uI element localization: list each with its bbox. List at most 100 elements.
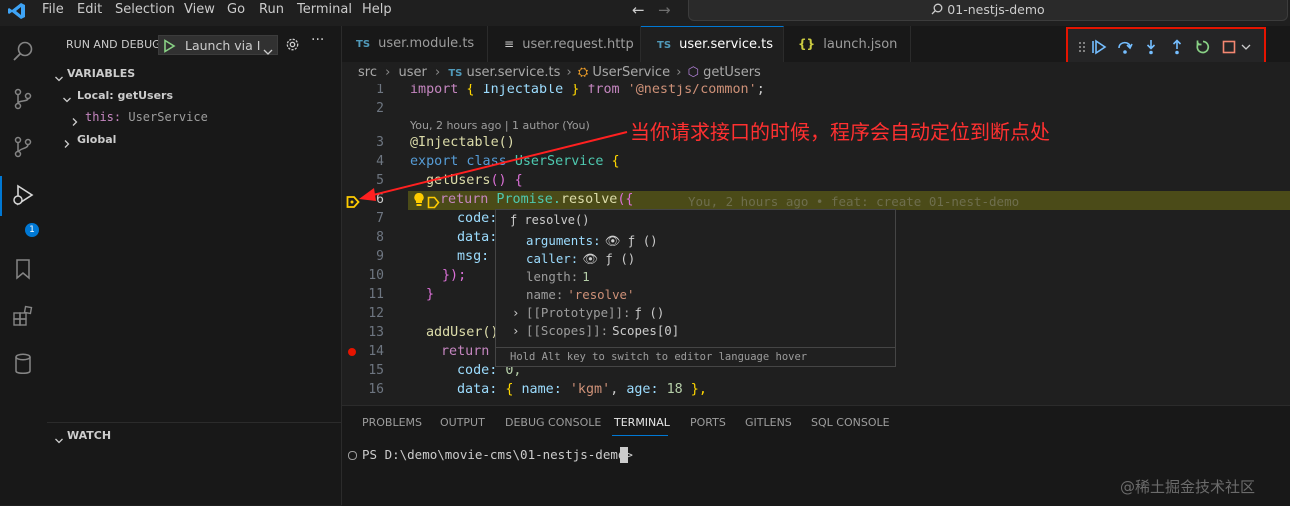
variables-header[interactable]: VARIABLES — [67, 67, 135, 80]
debug-hover-widget[interactable]: ƒ resolve() arguments: 👁 ƒ () caller: 👁 ƒ … — [495, 209, 896, 367]
watermark: @稀土掘金技术社区 — [1120, 478, 1256, 496]
play-icon[interactable] — [163, 38, 176, 57]
tab-user-module[interactable]: TS user.module.ts — [342, 26, 488, 62]
global-scope[interactable]: Global — [77, 133, 116, 146]
line-number: 16 — [368, 382, 384, 397]
tab-label: user.module.ts — [378, 36, 475, 51]
debug-toolbar — [1066, 27, 1266, 67]
tab-ports[interactable]: PORTS — [690, 416, 726, 429]
hover-row[interactable]: › [[Scopes]]: Scopes[0] — [512, 322, 679, 340]
chevron-right-icon: › — [676, 65, 682, 80]
local-chevron-icon[interactable] — [62, 90, 72, 109]
variable-this[interactable]: this: UserService — [85, 110, 208, 124]
breadcrumb-item[interactable]: user.service.ts — [466, 65, 560, 80]
code-line-14: return — [441, 344, 490, 359]
line-number: 2 — [376, 101, 384, 116]
line-number: 8 — [376, 230, 384, 245]
hover-row[interactable]: › [[Prototype]]: ƒ () — [512, 304, 679, 322]
breadcrumb-item[interactable]: UserService — [592, 65, 670, 80]
launch-config-dropdown[interactable]: Launch via I — [158, 35, 278, 55]
local-scope[interactable]: Local: getUsers — [77, 89, 173, 102]
step-into-icon[interactable] — [1141, 37, 1161, 57]
line-number: 12 — [368, 306, 384, 321]
menu-go[interactable]: Go — [227, 0, 245, 22]
menu-selection[interactable]: Selection — [115, 0, 175, 22]
line-number: 11 — [368, 287, 384, 302]
run-debug-icon[interactable] — [6, 179, 40, 213]
source-control-icon[interactable] — [6, 82, 40, 116]
breadcrumb-item[interactable]: user — [398, 65, 426, 80]
line-number: 9 — [376, 249, 384, 264]
hover-row[interactable]: length: 1 — [526, 268, 679, 286]
command-center[interactable]: 01-nestjs-demo — [688, 0, 1288, 21]
tab-output[interactable]: OUTPUT — [440, 416, 485, 429]
code-line-10: }); — [442, 268, 467, 283]
tab-label: user.request.http — [522, 37, 634, 52]
annotation-text: 当你请求接口的时候，程序会自动定位到断点处 — [630, 120, 1050, 144]
debug-badge: 1 — [25, 223, 39, 237]
title-bar: File Edit Selection View Go Run Terminal… — [0, 0, 1290, 26]
more-icon[interactable]: ··· — [311, 32, 324, 48]
code-line-11: } — [426, 287, 435, 302]
tab-sql-console[interactable]: SQL CONSOLE — [811, 416, 890, 429]
hover-row[interactable]: name:'resolve' — [526, 286, 679, 304]
bookmark-icon[interactable] — [6, 252, 40, 286]
line-number: 15 — [368, 363, 384, 378]
this-chevron-icon[interactable] — [70, 112, 80, 131]
breakpoint-icon[interactable] — [348, 348, 356, 356]
chevron-right-icon: › — [512, 323, 520, 338]
nav-forward-icon[interactable]: → — [658, 1, 671, 19]
tab-debug-console[interactable]: DEBUG CONSOLE — [505, 416, 601, 429]
tab-launch-json[interactable]: {} launch.json — [784, 26, 911, 62]
code-line-16: data: { name: 'kgm', age: 18 }, — [457, 382, 707, 397]
tab-problems[interactable]: PROBLEMS — [362, 416, 422, 429]
hover-tree: arguments: 👁 ƒ () caller: 👁 ƒ () length: 1 … — [512, 232, 679, 340]
method-icon: ⬡ — [687, 65, 699, 80]
watch-header[interactable]: WATCH — [67, 429, 111, 442]
active-indicator — [0, 176, 2, 216]
chevron-right-icon: › — [512, 305, 520, 320]
menu-help[interactable]: Help — [362, 0, 392, 22]
extensions-icon[interactable] — [6, 299, 40, 333]
run-debug-sidebar: RUN AND DEBUG Launch via I ··· VARIABLES… — [47, 26, 342, 505]
git-graph-icon[interactable] — [6, 130, 40, 164]
global-chevron-icon[interactable] — [62, 134, 72, 153]
database-icon[interactable] — [6, 347, 40, 381]
active-tab-underline — [612, 435, 668, 436]
search-icon[interactable] — [6, 34, 40, 68]
nav-back-icon[interactable]: ← — [632, 1, 645, 19]
launch-config-label: Launch via I — [185, 38, 261, 53]
menu-view[interactable]: View — [184, 0, 215, 22]
annotation-arrow-icon — [359, 131, 628, 201]
chevron-down-icon — [263, 41, 273, 60]
menu-file[interactable]: File — [42, 0, 64, 22]
search-icon — [931, 1, 943, 15]
chevron-down-icon[interactable] — [1236, 37, 1256, 57]
tab-terminal[interactable]: TERMINAL — [614, 416, 670, 429]
code-line-13: addUser() — [426, 325, 499, 340]
hover-row[interactable]: arguments: 👁 ƒ () — [526, 232, 679, 250]
step-over-icon[interactable] — [1115, 37, 1135, 57]
code-line-7: code: — [457, 211, 498, 226]
bottom-panel: PROBLEMS OUTPUT DEBUG CONSOLE TERMINAL P… — [342, 405, 1290, 506]
divider — [47, 422, 341, 423]
breadcrumb-item[interactable]: getUsers — [703, 65, 761, 80]
restart-icon[interactable] — [1193, 37, 1213, 57]
step-out-icon[interactable] — [1167, 37, 1187, 57]
terminal-prompt[interactable]: PS D:\demo\movie-cms\01-nestjs-demo> — [362, 447, 633, 462]
hover-row[interactable]: caller: 👁 ƒ () — [526, 250, 679, 268]
tab-user-request[interactable]: ≡ user.request.http — [488, 26, 641, 62]
tab-gitlens[interactable]: GITLENS — [745, 416, 792, 429]
variable-value: UserService — [128, 110, 208, 124]
tab-user-service[interactable]: TS user.service.ts × — [641, 26, 784, 91]
watch-chevron-icon[interactable] — [54, 431, 64, 450]
menu-run[interactable]: Run — [259, 0, 284, 22]
variables-chevron-icon[interactable] — [54, 69, 64, 88]
menu-edit[interactable]: Edit — [77, 0, 102, 22]
breadcrumb-item[interactable]: src — [358, 65, 377, 80]
line-number: 13 — [368, 325, 384, 340]
menu-terminal[interactable]: Terminal — [297, 0, 352, 22]
gear-icon[interactable] — [285, 37, 300, 56]
line-number: 10 — [368, 268, 384, 283]
continue-icon[interactable] — [1089, 37, 1109, 57]
